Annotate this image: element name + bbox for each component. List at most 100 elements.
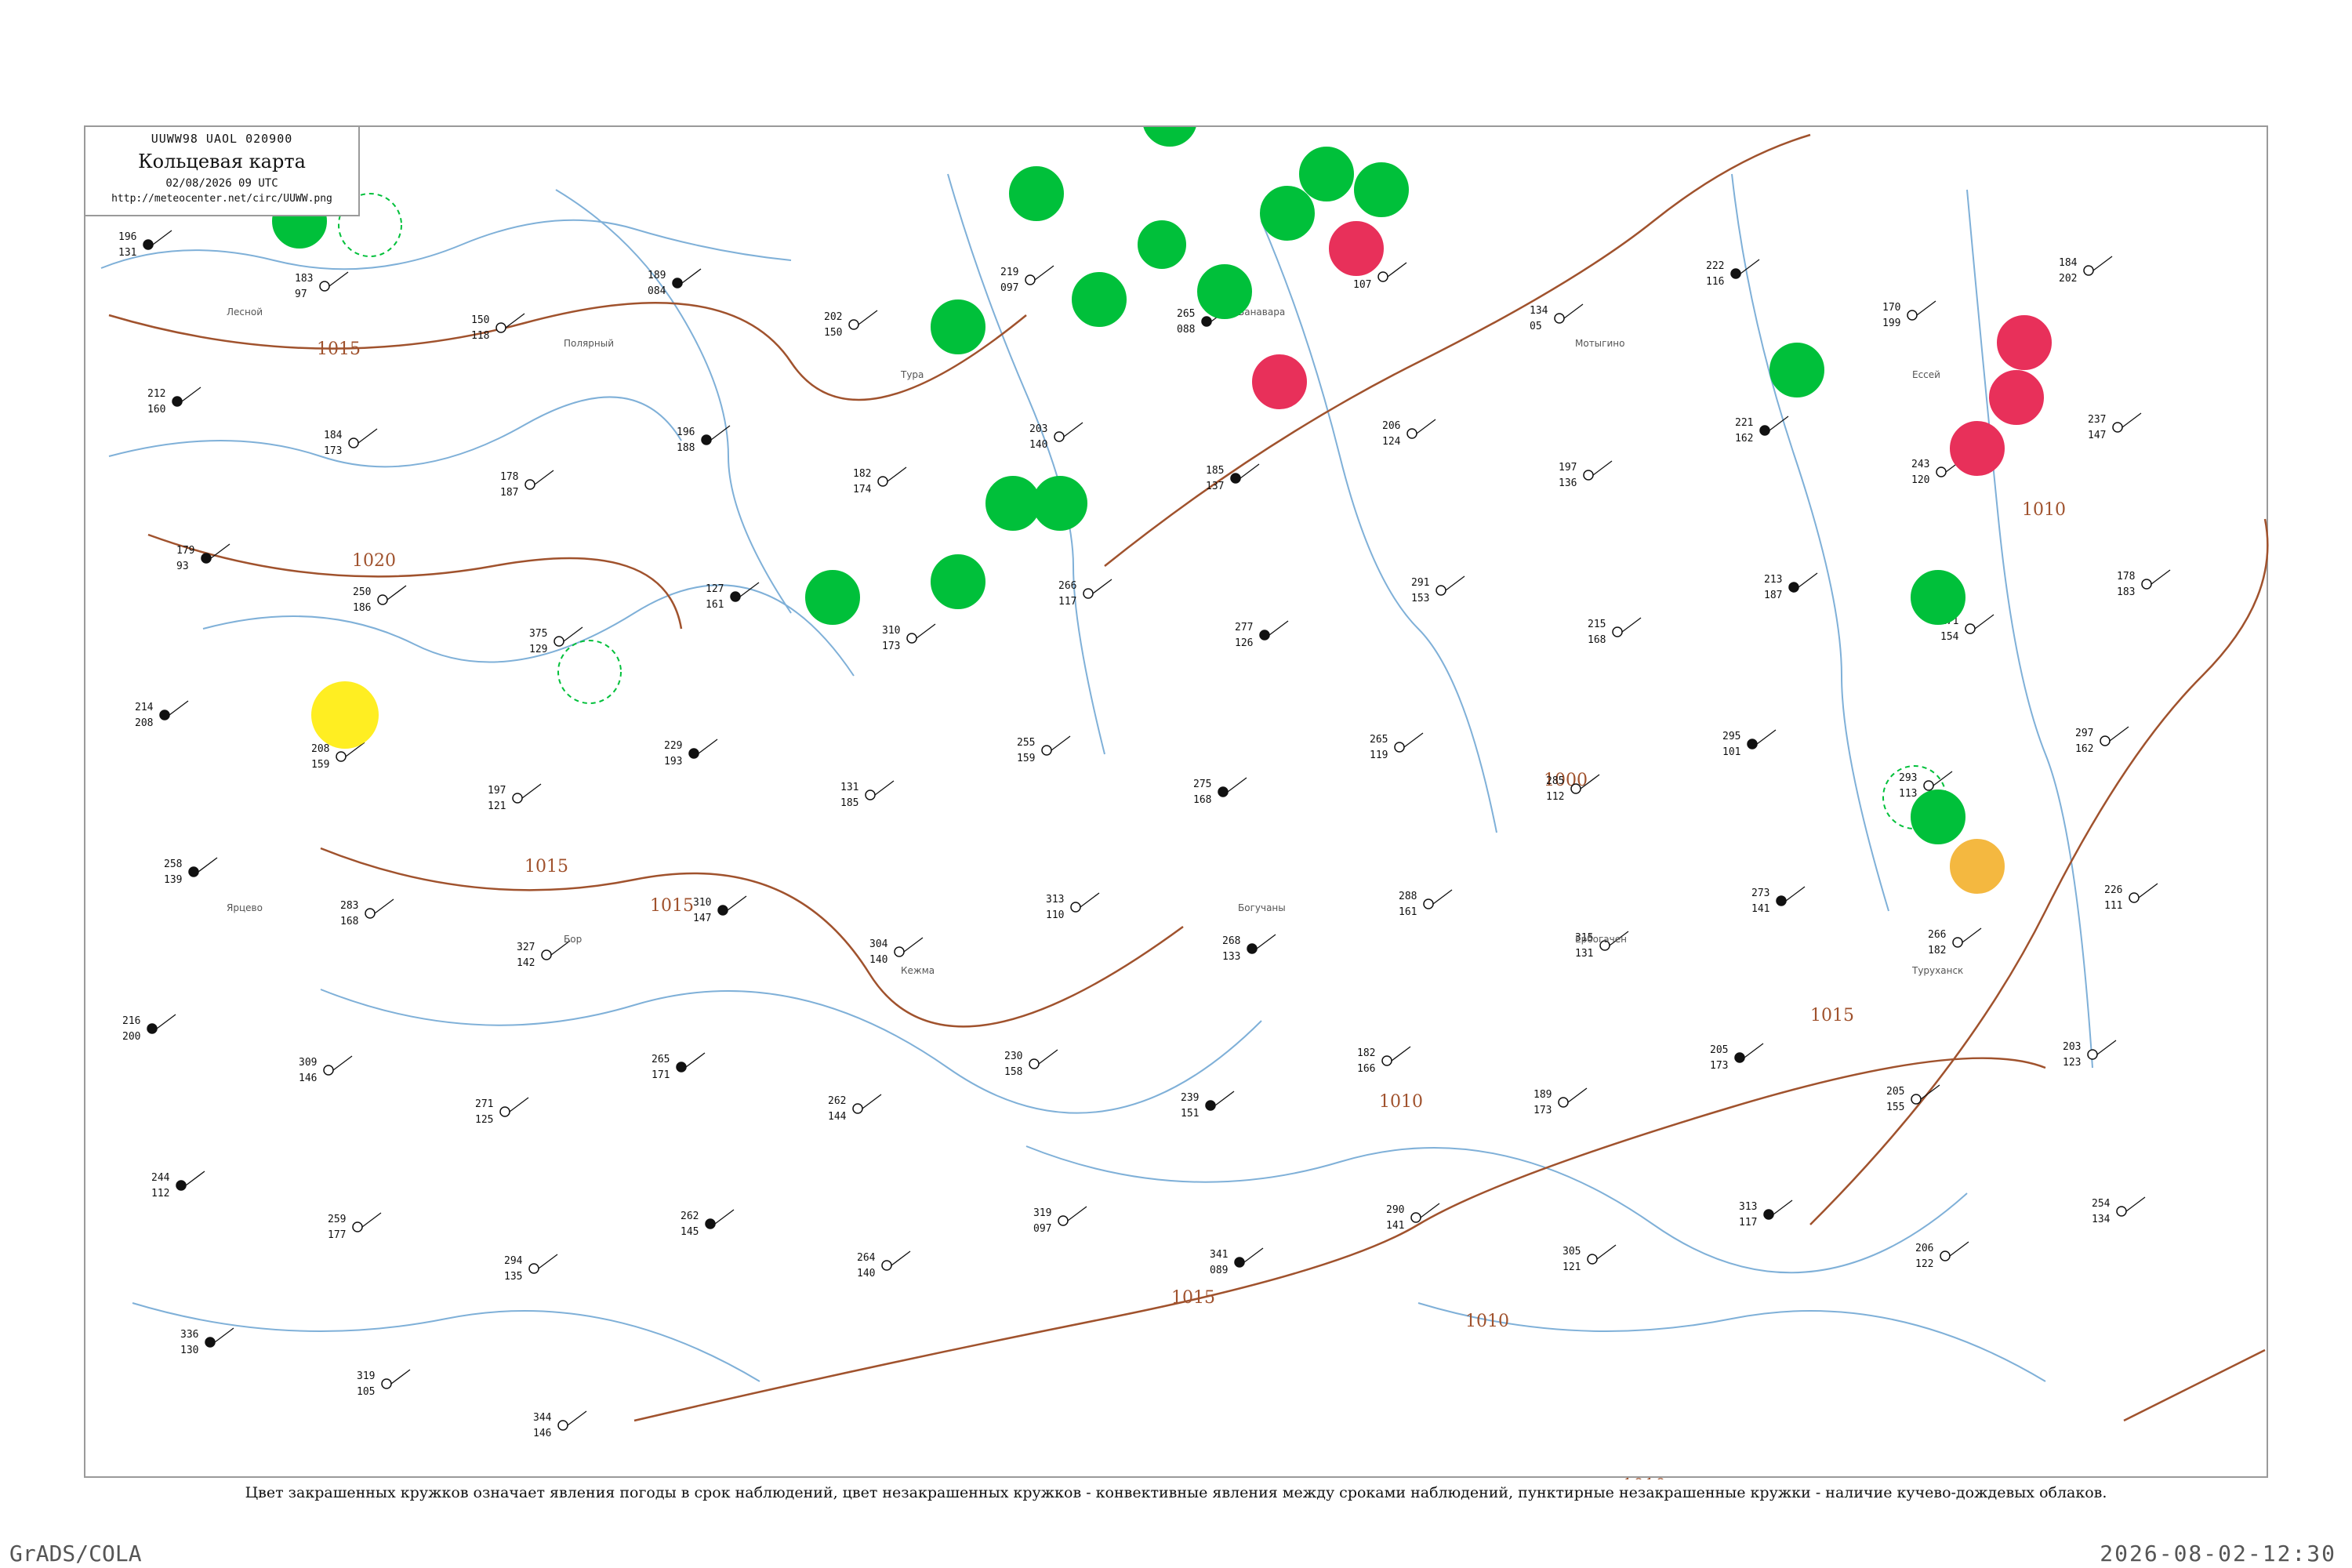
isobar-line bbox=[2123, 1348, 2266, 1422]
station-plot: 226111 bbox=[2104, 883, 2158, 912]
station-plot: 239151 bbox=[1181, 1091, 1235, 1120]
station-marker bbox=[499, 1106, 510, 1117]
station-value-bottom: 130 bbox=[180, 1345, 198, 1356]
station-plot: 297162 bbox=[2075, 726, 2129, 755]
station-marker bbox=[701, 434, 712, 445]
station-value-bottom: 144 bbox=[828, 1111, 847, 1123]
isobar-label: 1015 bbox=[650, 896, 694, 916]
wind-barb bbox=[1051, 735, 1071, 751]
wind-barb bbox=[1063, 422, 1083, 437]
isobar-label: 1015 bbox=[1171, 1288, 1215, 1308]
station-value-top: 197 bbox=[488, 785, 506, 797]
station-marker bbox=[1083, 588, 1094, 599]
wind-barb bbox=[1920, 1084, 1940, 1100]
station-value-top: 297 bbox=[2075, 728, 2093, 739]
station-plot: 178183 bbox=[2117, 569, 2171, 598]
wind-barb bbox=[169, 700, 189, 716]
wind-barb bbox=[214, 1327, 234, 1343]
river bbox=[100, 219, 792, 270]
station-marker bbox=[1394, 742, 1405, 753]
wind-barb bbox=[685, 1052, 706, 1068]
station-value-bottom: 159 bbox=[1017, 753, 1035, 764]
station-marker bbox=[894, 946, 905, 957]
place-label: Ярцево bbox=[227, 902, 263, 913]
wind-barb bbox=[1387, 262, 1407, 278]
station-value-bottom: 93 bbox=[176, 561, 189, 572]
station-marker bbox=[1936, 466, 1947, 477]
station-marker bbox=[159, 710, 170, 720]
station-value-top: 283 bbox=[340, 900, 358, 912]
station-value-top: 264 bbox=[857, 1252, 876, 1264]
station-marker bbox=[557, 1420, 568, 1431]
station-value-bottom: 162 bbox=[2075, 743, 2093, 755]
station-value-bottom: 185 bbox=[840, 797, 858, 809]
station-marker bbox=[1070, 902, 1081, 913]
wind-barb bbox=[198, 857, 218, 873]
station-marker bbox=[336, 751, 347, 762]
station-value-top: 150 bbox=[471, 314, 489, 326]
station-marker bbox=[1041, 745, 1052, 756]
station-plot: 212160 bbox=[147, 387, 201, 416]
station-value-top: 265 bbox=[1177, 308, 1195, 320]
green-circle-filled bbox=[805, 570, 860, 625]
green-circle-filled bbox=[1299, 147, 1354, 201]
station-plot: 13405 bbox=[1530, 303, 1584, 332]
station-plot: 255159 bbox=[1017, 735, 1071, 764]
station-value-bottom: 199 bbox=[1882, 318, 1900, 329]
station-value-top: 226 bbox=[2104, 884, 2122, 896]
station-value-bottom: 151 bbox=[1181, 1108, 1199, 1120]
station-value-top: 305 bbox=[1563, 1246, 1581, 1258]
station-plot: 127161 bbox=[706, 582, 760, 611]
station-plot: 189173 bbox=[1534, 1087, 1588, 1116]
station-value-top: 213 bbox=[1764, 574, 1782, 586]
green-circle-filled bbox=[1197, 264, 1252, 319]
wind-barb bbox=[1256, 934, 1276, 949]
station-value-top: 275 bbox=[1193, 779, 1211, 790]
wind-barb bbox=[681, 268, 702, 284]
wind-barb bbox=[874, 780, 895, 796]
station-plot: 273141 bbox=[1751, 886, 1806, 915]
station-marker bbox=[1747, 739, 1758, 750]
wind-barb bbox=[390, 1369, 411, 1385]
isobar-line bbox=[320, 847, 1184, 1028]
station-marker bbox=[1406, 428, 1417, 439]
place-labels-layer: ЛеснойПолярныйТураВанавараМотыгиноЕссейЯ… bbox=[227, 307, 1963, 976]
station-marker bbox=[205, 1337, 216, 1348]
green-circle-filled bbox=[1072, 272, 1127, 327]
map-title: Кольцевая карта bbox=[138, 151, 306, 172]
station-value-bottom: 141 bbox=[1751, 903, 1769, 915]
isobar-label: 1015 bbox=[524, 857, 568, 877]
place-label: Бор bbox=[564, 934, 582, 945]
station-marker bbox=[1907, 310, 1918, 321]
wind-barb bbox=[567, 1410, 587, 1426]
station-value-bottom: 140 bbox=[1029, 439, 1047, 451]
station-plot: 254134 bbox=[2092, 1196, 2146, 1225]
station-value-top: 216 bbox=[122, 1015, 140, 1027]
station-value-bottom: 173 bbox=[1534, 1105, 1552, 1116]
station-value-bottom: 168 bbox=[1193, 794, 1211, 806]
wind-barb bbox=[328, 271, 349, 287]
station-marker bbox=[143, 239, 154, 250]
station-value-bottom: 171 bbox=[652, 1069, 670, 1081]
station-value-top: 131 bbox=[840, 782, 858, 793]
river bbox=[132, 1302, 760, 1382]
station-value-top: 244 bbox=[151, 1172, 170, 1184]
station-plot: 341089 bbox=[1210, 1247, 1264, 1276]
station-value-top: 219 bbox=[1000, 267, 1018, 278]
station-value-top: 127 bbox=[706, 583, 724, 595]
station-value-bottom: 140 bbox=[857, 1268, 875, 1279]
station-value-bottom: 150 bbox=[824, 327, 842, 339]
station-value-top: 375 bbox=[529, 628, 547, 640]
station-marker bbox=[188, 866, 199, 877]
station-value-top: 277 bbox=[1235, 622, 1253, 633]
wind-barb bbox=[1240, 463, 1260, 479]
station-plot: 265171 bbox=[652, 1052, 706, 1081]
station-plot: 304140 bbox=[869, 937, 924, 966]
station-plot: 313110 bbox=[1046, 892, 1100, 921]
station-marker bbox=[1423, 898, 1434, 909]
station-plot: 202150 bbox=[824, 310, 878, 339]
station-value-top: 189 bbox=[1534, 1089, 1552, 1101]
wind-barb bbox=[538, 1254, 558, 1269]
station-marker bbox=[541, 949, 552, 960]
river bbox=[555, 189, 792, 614]
